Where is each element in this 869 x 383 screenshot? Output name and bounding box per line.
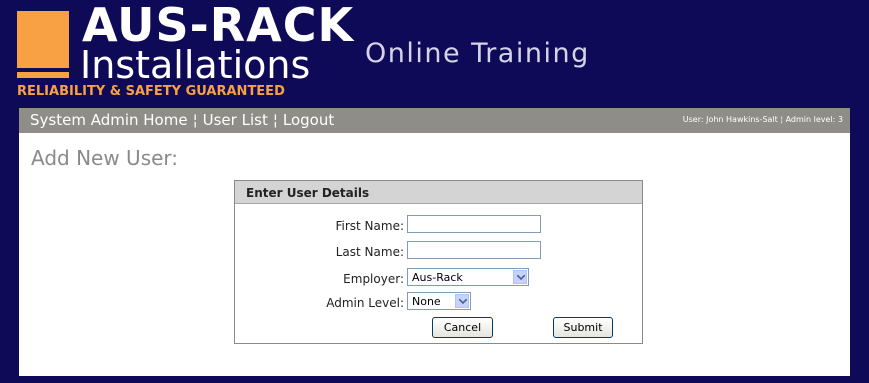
logo-tagline: RELIABILITY & SAFETY GUARANTEED <box>17 84 285 99</box>
nav-separator: ¦ <box>192 111 198 129</box>
employer-select[interactable]: Aus-Rack <box>407 268 529 286</box>
last-name-row: Last Name: <box>235 241 642 263</box>
logo-line1: AUS-RACK <box>82 0 355 52</box>
navbar: System Admin Home ¦ User List ¦ Logout User:… <box>19 108 850 133</box>
app-title: Online Training <box>365 38 590 69</box>
first-name-row: First Name: <box>235 215 642 237</box>
employer-label: Employer: <box>343 272 404 286</box>
chevron-down-icon[interactable] <box>513 270 527 284</box>
nav-system-admin-home[interactable]: System Admin Home <box>30 111 188 129</box>
main-content: Add New User: Enter User Details First N… <box>19 133 850 376</box>
admin-level-label: Admin Level: <box>326 296 404 310</box>
logo-line2: Installations <box>80 43 311 87</box>
logo-square <box>17 11 69 68</box>
admin-level-select-value: None <box>412 295 441 308</box>
nav-links: System Admin Home ¦ User List ¦ Logout <box>30 111 334 129</box>
logo-bar <box>17 72 69 78</box>
form-actions: Cancel Submit <box>235 317 642 339</box>
first-name-field[interactable] <box>407 215 541 233</box>
user-details-panel: Enter User Details First Name: Last Name… <box>234 180 643 344</box>
admin-level-select[interactable]: None <box>407 292 471 310</box>
first-name-label: First Name: <box>335 219 404 233</box>
panel-title: Enter User Details <box>246 186 370 200</box>
nav-logout[interactable]: Logout <box>283 111 334 129</box>
employer-row: Employer: Aus-Rack <box>235 268 642 290</box>
nav-user-list[interactable]: User List <box>203 111 268 129</box>
page-title: Add New User: <box>31 146 179 170</box>
nav-separator: ¦ <box>272 111 278 129</box>
chevron-down-icon[interactable] <box>455 294 469 308</box>
employer-select-value: Aus-Rack <box>412 271 463 284</box>
header: AUS-RACK Installations RELIABILITY & SAF… <box>0 0 869 106</box>
panel-header: Enter User Details <box>235 181 642 204</box>
submit-button[interactable]: Submit <box>553 317 613 338</box>
last-name-label: Last Name: <box>335 245 404 259</box>
user-info: User: John Hawkins-Salt ¦ Admin level: 3 <box>682 115 843 124</box>
cancel-button[interactable]: Cancel <box>432 317 493 338</box>
admin-level-row: Admin Level: None <box>235 292 642 314</box>
last-name-field[interactable] <box>407 241 541 259</box>
